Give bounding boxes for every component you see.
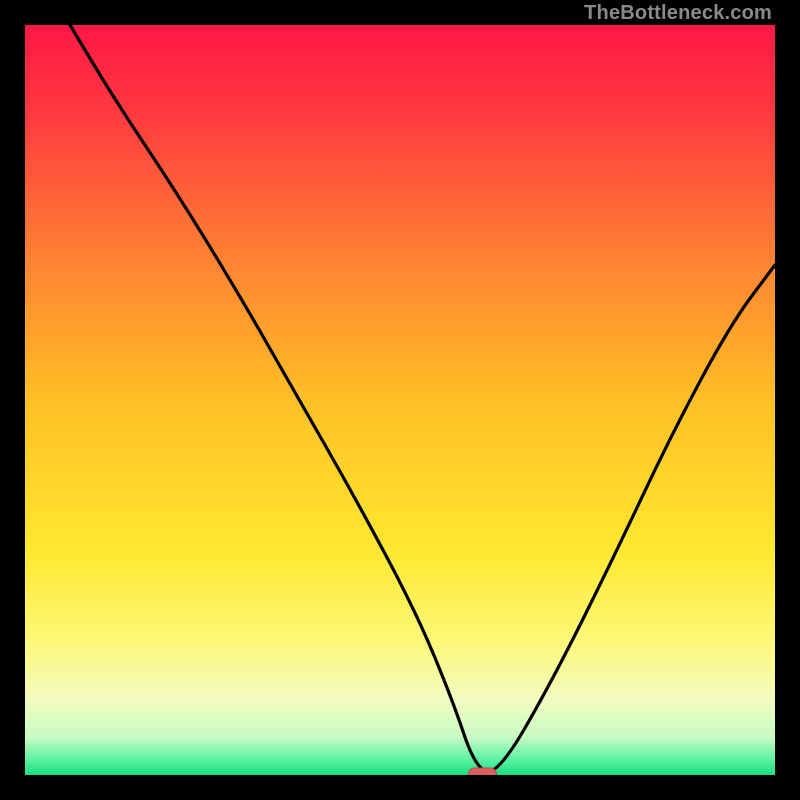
gradient-background: [25, 25, 775, 775]
plot-area: [25, 25, 775, 775]
chart-frame: TheBottleneck.com: [0, 0, 800, 800]
watermark-text: TheBottleneck.com: [584, 2, 772, 25]
optimal-marker: [469, 768, 497, 775]
chart-svg: [25, 25, 775, 775]
